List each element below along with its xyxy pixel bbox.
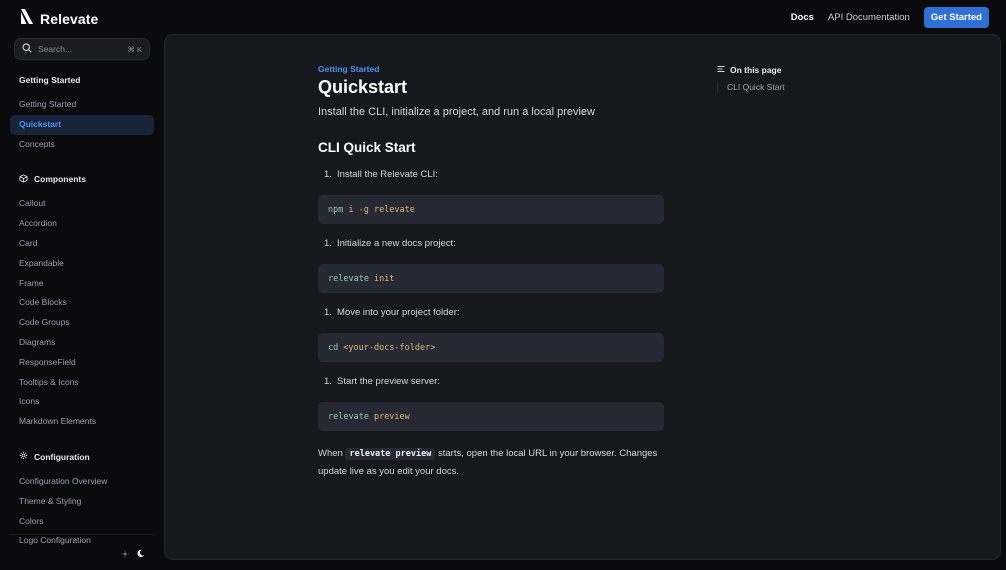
table-of-contents: On this page CLI Quick Start bbox=[717, 65, 847, 93]
sidebar-item-code-blocks[interactable]: Code Blocks bbox=[10, 293, 154, 313]
search-placeholder: Search... bbox=[38, 44, 73, 54]
sidebar-nav: Getting Started Getting Started Quicksta… bbox=[10, 70, 154, 551]
sidebar-item-configuration-overview[interactable]: Configuration Overview bbox=[10, 472, 154, 492]
top-nav: Docs API Documentation Get Started bbox=[791, 7, 989, 28]
nav-docs[interactable]: Docs bbox=[791, 12, 814, 23]
code-argument: <your-docs-folder> bbox=[343, 342, 436, 353]
section-heading: CLI Quick Start bbox=[318, 140, 416, 155]
moon-icon[interactable] bbox=[136, 545, 145, 563]
sidebar-item-getting-started[interactable]: Getting Started bbox=[10, 95, 154, 115]
breadcrumb[interactable]: Getting Started bbox=[318, 64, 664, 74]
group-components: Components bbox=[10, 169, 154, 189]
sun-icon[interactable] bbox=[121, 545, 129, 563]
group-title: Getting Started bbox=[19, 75, 81, 85]
sidebar-item-colors[interactable]: Colors bbox=[10, 512, 154, 532]
inline-code: relevate preview bbox=[345, 448, 436, 460]
sidebar-item-responsefield[interactable]: ResponseField bbox=[10, 353, 154, 373]
sidebar-item-markdown-elements[interactable]: Markdown Elements bbox=[10, 412, 154, 432]
sidebar-item-concepts[interactable]: Concepts bbox=[10, 135, 154, 155]
code-argument: init bbox=[373, 273, 395, 284]
step-number: 1. bbox=[324, 238, 332, 249]
sidebar-item-accordion[interactable]: Accordion bbox=[10, 214, 154, 234]
code-command: npm bbox=[328, 204, 344, 215]
code-argument: preview bbox=[373, 411, 410, 422]
sidebar-item-quickstart[interactable]: Quickstart bbox=[10, 114, 154, 135]
cube-icon bbox=[19, 174, 28, 185]
step-text: Install the Relevate CLI: bbox=[337, 169, 438, 180]
search-icon bbox=[22, 40, 32, 58]
step-item: 1. Start the preview server: bbox=[318, 376, 664, 388]
sidebar-item-card[interactable]: Card bbox=[10, 234, 154, 254]
search-input[interactable]: Search... ⌘ K bbox=[14, 38, 150, 60]
step-number: 1. bbox=[324, 307, 332, 318]
sidebar-item-icons[interactable]: Icons bbox=[10, 392, 154, 412]
closing-paragraph: When relevate preview starts, open the l… bbox=[318, 445, 664, 480]
sidebar-divider bbox=[10, 534, 154, 540]
group-getting-started: Getting Started bbox=[10, 70, 154, 90]
page-description: Install the CLI, initialize a project, a… bbox=[318, 106, 595, 118]
code-block[interactable]: npm i -g relevate bbox=[318, 195, 664, 224]
code-block[interactable]: relevate preview bbox=[318, 402, 664, 431]
toc-list: CLI Quick Start bbox=[717, 81, 847, 93]
step-number: 1. bbox=[324, 169, 332, 180]
article: Getting Started Quickstart Install the C… bbox=[318, 64, 664, 480]
step-item: 1. Initialize a new docs project: bbox=[318, 238, 664, 250]
search-shortcut: ⌘ K bbox=[127, 44, 142, 54]
sidebar-item-callout[interactable]: Callout bbox=[10, 194, 154, 214]
get-started-button[interactable]: Get Started bbox=[923, 7, 989, 28]
theme-toggle[interactable] bbox=[117, 544, 149, 564]
toc-item-cli-quick-start[interactable]: CLI Quick Start bbox=[727, 81, 847, 93]
sidebar-item-tooltips-icons[interactable]: Tooltips & Icons bbox=[10, 373, 154, 393]
step-item: 1. Install the Relevate CLI: bbox=[318, 169, 664, 181]
brand[interactable]: Relevate bbox=[20, 8, 98, 30]
main-panel: Getting Started Quickstart Install the C… bbox=[164, 34, 1001, 560]
closing-text-before: When bbox=[318, 448, 343, 459]
sidebar-item-frame[interactable]: Frame bbox=[10, 274, 154, 294]
step-text: Initialize a new docs project: bbox=[337, 238, 456, 249]
sidebar-item-diagrams[interactable]: Diagrams bbox=[10, 333, 154, 353]
sidebar-item-expandable[interactable]: Expandable bbox=[10, 254, 154, 274]
gear-icon bbox=[19, 451, 28, 462]
list-icon bbox=[717, 65, 725, 75]
toc-title: On this page bbox=[717, 65, 847, 75]
toc-title-text: On this page bbox=[730, 65, 782, 75]
step-text: Start the preview server: bbox=[337, 376, 440, 387]
step-item: 1. Move into your project folder: bbox=[318, 307, 664, 319]
brand-name: Relevate bbox=[40, 11, 99, 27]
page-title: Quickstart bbox=[318, 77, 408, 97]
code-block[interactable]: cd <your-docs-folder> bbox=[318, 333, 664, 362]
group-title: Configuration bbox=[34, 451, 90, 462]
relevate-logo-icon bbox=[20, 8, 34, 30]
code-command: cd bbox=[328, 342, 339, 353]
sidebar: Search... ⌘ K Getting Started Getting St… bbox=[0, 34, 163, 570]
code-command: relevate bbox=[328, 273, 369, 284]
sidebar-item-code-groups[interactable]: Code Groups bbox=[10, 313, 154, 333]
nav-api-documentation[interactable]: API Documentation bbox=[828, 12, 910, 23]
group-title: Components bbox=[34, 174, 86, 185]
step-text: Move into your project folder: bbox=[337, 307, 460, 318]
step-number: 1. bbox=[324, 376, 332, 387]
code-block[interactable]: relevate init bbox=[318, 264, 664, 293]
group-configuration: Configuration bbox=[10, 447, 154, 467]
code-argument: i -g relevate bbox=[348, 204, 415, 215]
top-bar: Relevate Docs API Documentation Get Star… bbox=[0, 0, 1006, 34]
code-command: relevate bbox=[328, 411, 369, 422]
sidebar-item-theme-styling[interactable]: Theme & Styling bbox=[10, 492, 154, 512]
